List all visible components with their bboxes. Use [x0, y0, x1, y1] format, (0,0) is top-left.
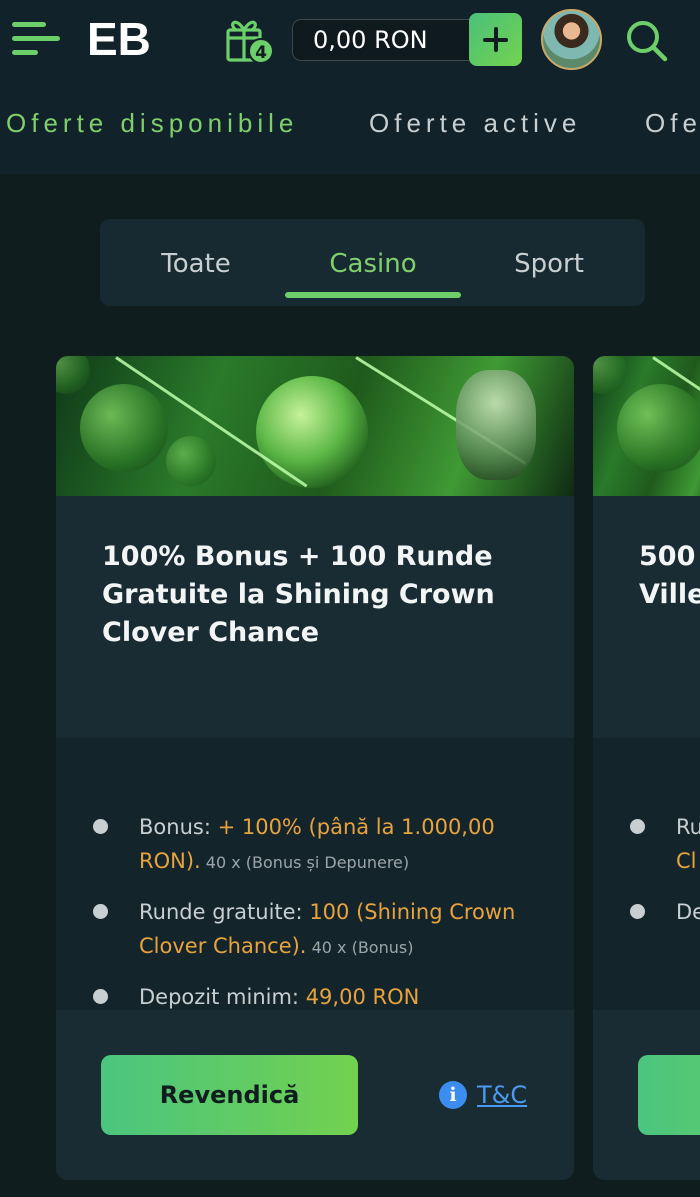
bonus-details: Bonus: + 100% (până la 1.000,00 RON). 40… [56, 738, 574, 1010]
detail-min-deposit: Depozit minim: 49,00 RON [139, 985, 420, 1009]
hamburger-menu-icon[interactable] [12, 20, 60, 58]
info-icon: i [439, 1081, 467, 1109]
avatar[interactable] [541, 9, 602, 70]
category-sport[interactable]: Sport [461, 219, 637, 306]
detail-free-spins: Runde gratuite: 100 (Shining Crown Clove… [139, 900, 516, 958]
bullet-icon [93, 819, 108, 834]
tab-available-offers[interactable]: Oferte disponibile [6, 108, 298, 139]
bonus-title: 500 Ville [639, 541, 700, 610]
tab-active-offers[interactable]: Oferte active [369, 108, 581, 139]
detail-partial-2: De [676, 900, 700, 924]
search-icon[interactable] [624, 18, 670, 64]
detail-partial-highlight: Cl [676, 849, 697, 873]
deposit-button[interactable] [469, 13, 522, 66]
detail-bonus: Bonus: + 100% (până la 1.000,00 RON). 40… [139, 815, 495, 873]
logo[interactable]: EB [87, 14, 151, 64]
bonus-details: Ru Cl De [593, 738, 700, 1010]
bonus-card-body: 500 Ville [593, 496, 700, 738]
bonus-card: 100% Bonus + 100 Runde Gratuite la Shini… [56, 356, 574, 1180]
claim-button[interactable]: Revendică [101, 1055, 358, 1135]
balance-display[interactable]: 0,00 RON [292, 19, 482, 61]
bonus-card-footer: Revendică i T&C [56, 1010, 574, 1180]
bullet-icon [93, 989, 108, 1004]
bonus-card-next[interactable]: 500 Ville Ru Cl De [593, 356, 700, 1180]
tab-offers-partial[interactable]: Ofe [645, 108, 700, 139]
bonus-card-footer [593, 1010, 700, 1180]
bullet-icon [93, 904, 108, 919]
active-category-indicator [285, 292, 461, 298]
category-all[interactable]: Toate [108, 219, 284, 306]
bullet-icon [630, 904, 645, 919]
terms-label[interactable]: T&C [477, 1081, 527, 1109]
bonus-banner-image [593, 356, 700, 496]
offer-tabs: Oferte disponibile Oferte active Ofe [0, 84, 700, 174]
gift-count-badge: 4 [248, 38, 274, 64]
detail-partial: Ru [676, 815, 700, 839]
top-header: EB 4 0,00 RON [0, 0, 700, 84]
bullet-icon [630, 819, 645, 834]
claim-button[interactable] [638, 1055, 700, 1135]
bonus-banner-image [56, 356, 574, 496]
bonus-title: 100% Bonus + 100 Runde Gratuite la Shini… [102, 541, 495, 648]
bonus-card-body: 100% Bonus + 100 Runde Gratuite la Shini… [56, 496, 574, 738]
